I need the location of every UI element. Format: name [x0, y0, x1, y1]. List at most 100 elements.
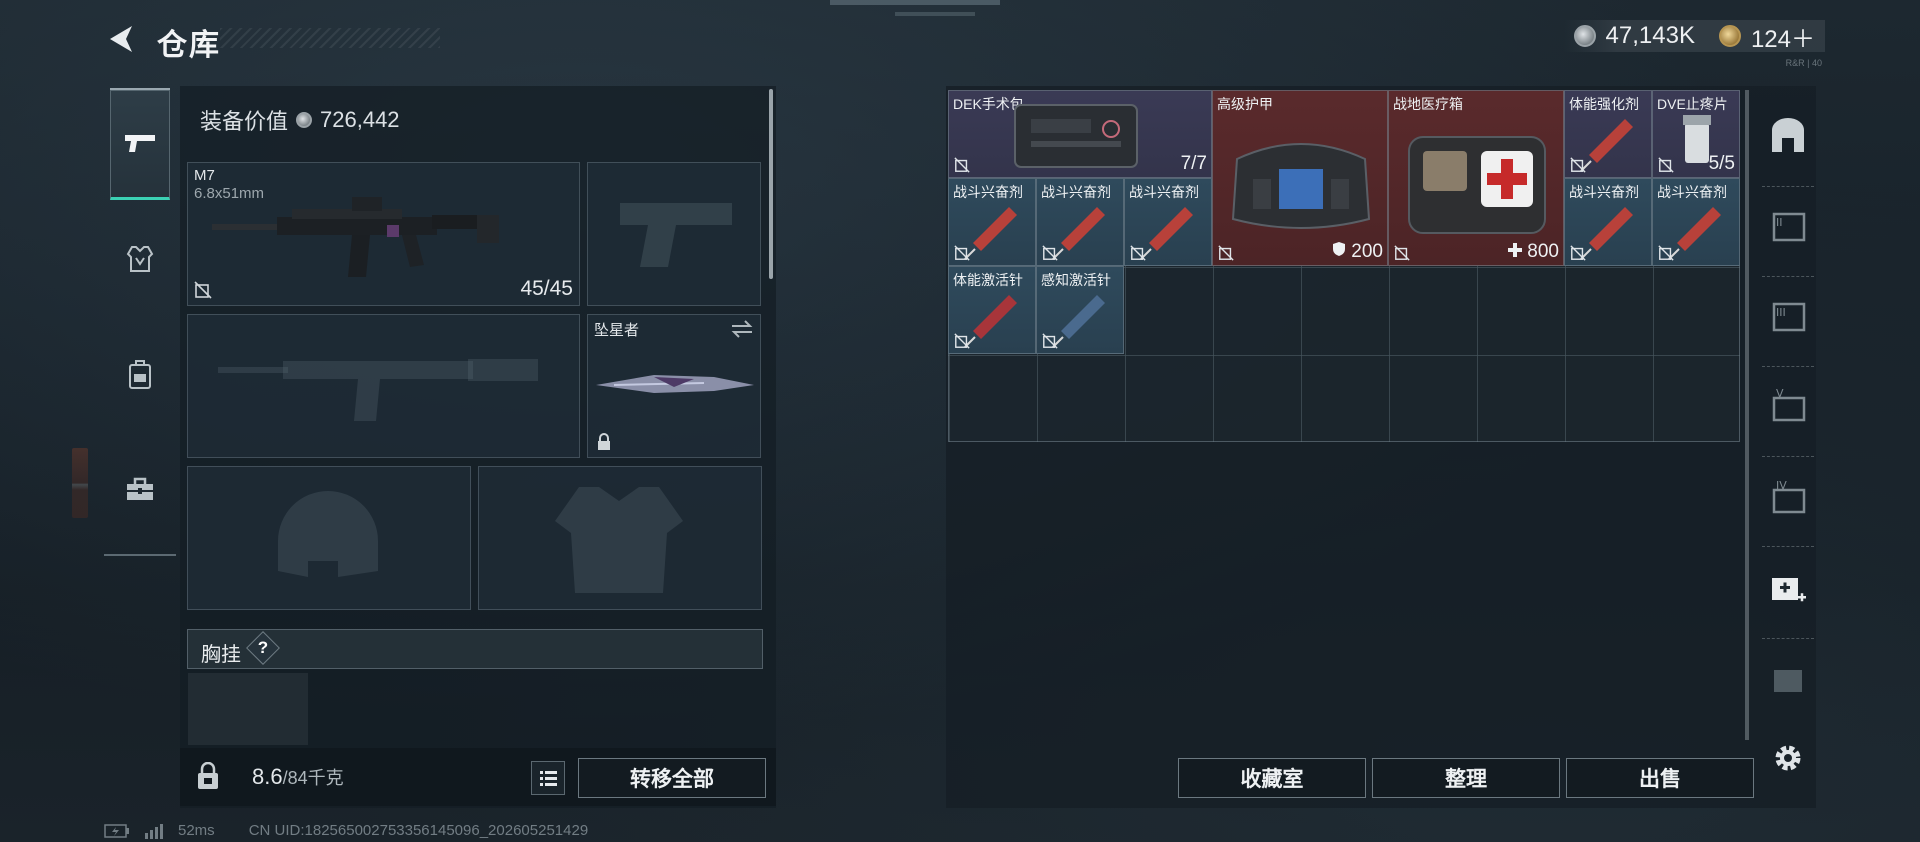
signal-icon [145, 823, 163, 839]
weight-lock-icon[interactable] [196, 762, 220, 790]
status-bar: 52ms CN UID:18256500275335614509​6_20260… [104, 822, 588, 839]
slot-primary-weapon[interactable]: M7 6.8x51mm 45/45 [187, 162, 580, 306]
stash-item-perception-injector[interactable]: 感知激活针 [1036, 266, 1124, 354]
item-heal-amount: 800 [1508, 241, 1559, 263]
collection-room-button[interactable]: 收藏室 [1178, 758, 1366, 798]
stash-home-icon [1772, 118, 1804, 152]
back-arrow-icon[interactable] [104, 22, 138, 56]
stash-item-stamina-injector[interactable]: 体能激活针 [948, 266, 1036, 354]
help-icon[interactable]: ? [246, 631, 280, 665]
version-text: R&R | 40 [1785, 58, 1822, 68]
svg-text:III: III [1776, 306, 1786, 319]
stash-item-combat-stim[interactable]: 战斗兴奋剂 [1036, 178, 1124, 266]
stash-tab-5[interactable]: IV [1766, 476, 1810, 520]
nav-backpack[interactable] [112, 339, 168, 409]
add-stash-page-button[interactable] [1766, 566, 1810, 610]
knife-image [596, 375, 754, 393]
chest-rig-slot[interactable] [188, 673, 308, 745]
medkit-image [1408, 136, 1546, 234]
slot-melee[interactable]: 坠星者 [587, 314, 761, 458]
silver-coin-icon [296, 112, 313, 128]
help-icon-glyph: ? [257, 638, 269, 657]
stash-tab-all[interactable] [1766, 114, 1810, 158]
slot-helmet[interactable] [187, 466, 471, 610]
sort-button[interactable]: 整理 [1372, 758, 1560, 798]
stash-item-medkit[interactable]: 战地医疗箱 800 [1388, 90, 1564, 266]
slot-pistol[interactable] [587, 162, 761, 306]
item-count: 5/5 [1708, 153, 1735, 174]
svg-text:V: V [1776, 387, 1784, 400]
stash-item-armor[interactable]: 高级护甲 200 [1212, 90, 1388, 266]
gear-icon [1775, 745, 1801, 771]
no-drop-icon [1394, 245, 1410, 261]
stash-tab-locked[interactable] [1766, 658, 1810, 702]
armor-icon [126, 246, 154, 272]
weapon-name: M7 [194, 167, 215, 184]
transfer-all-button[interactable]: 转移全部 [578, 758, 766, 798]
gold-currency-value[interactable]: 124＋ [1751, 19, 1815, 54]
slot-body-armor[interactable] [478, 466, 762, 610]
no-drop-icon [1042, 333, 1058, 349]
stash-tab-3[interactable]: III [1766, 294, 1810, 338]
stash-item-stamina-booster[interactable]: 体能强化剂 [1564, 90, 1652, 178]
stash-item-combat-stim[interactable]: 战斗兴奋剂 [948, 178, 1036, 266]
stash-scrollbar[interactable] [1745, 90, 1749, 740]
armor-silhouette-icon [555, 487, 683, 593]
melee-name: 坠星者 [594, 322, 640, 339]
nav-weapons[interactable] [110, 88, 170, 200]
ping-value: 52ms [178, 822, 215, 839]
stash-item-painkillers[interactable]: DVE止疼片 5/5 [1652, 90, 1740, 178]
heal-value: 800 [1527, 241, 1559, 262]
no-drop-icon [1570, 157, 1586, 173]
armor-vest-image [1231, 143, 1371, 229]
title-decoration [220, 28, 440, 48]
no-drop-icon [1570, 245, 1586, 261]
stash-page-icon: IV [1772, 479, 1806, 514]
no-drop-icon [194, 281, 212, 299]
equipment-scrollbar[interactable] [769, 89, 773, 279]
list-icon [540, 771, 557, 786]
add-page-icon [1772, 578, 1806, 602]
slot-secondary-weapon[interactable] [187, 314, 580, 458]
stash-page-icon: III [1772, 302, 1806, 332]
helmet-silhouette-icon [278, 491, 378, 577]
chest-rig-header[interactable]: 胸挂 ? [187, 629, 763, 669]
carry-weight-current: 8.6 [252, 764, 283, 789]
background-traffic-cone [72, 448, 88, 518]
background-light [830, 0, 1000, 5]
rifle-silhouette-icon [218, 359, 538, 421]
stash-item-combat-stim[interactable]: 战斗兴奋剂 [1564, 178, 1652, 266]
background-light [895, 12, 975, 16]
stash-item-combat-stim[interactable]: 战斗兴奋剂 [1124, 178, 1212, 266]
sell-button[interactable]: 出售 [1566, 758, 1754, 798]
carry-weight: 8.6/84千克 [252, 764, 344, 790]
shield-icon [1333, 242, 1346, 256]
stash-item-combat-stim[interactable]: 战斗兴奋剂 [1652, 178, 1740, 266]
svg-text:II: II [1776, 216, 1783, 229]
stash-tab-2[interactable]: II [1766, 204, 1810, 248]
syringe-image [1052, 295, 1105, 348]
syringe-image [1668, 207, 1721, 260]
equipment-value-amount: 726,442 [320, 107, 400, 132]
left-category-nav [104, 84, 176, 556]
nav-supplies[interactable] [112, 454, 168, 524]
plus-icon [1508, 243, 1523, 257]
settings-button[interactable] [1766, 736, 1810, 780]
stash-tab-4[interactable]: V [1766, 384, 1810, 428]
divider [1762, 546, 1814, 548]
item-name: 战地医疗箱 [1393, 96, 1463, 112]
stash-page-nav: II III V IV [1756, 86, 1820, 808]
equipment-value-label: 装备价值 [200, 109, 289, 134]
stash-item-surgery-kit[interactable]: DEK手术包 7/7 [948, 90, 1212, 178]
swap-icon[interactable] [730, 319, 754, 339]
stash-page-icon: V [1772, 387, 1806, 422]
divider [1762, 186, 1814, 188]
pistol-icon [125, 135, 155, 152]
pistol-silhouette-icon [620, 203, 732, 267]
nav-armor[interactable] [112, 224, 168, 294]
list-view-button[interactable] [531, 761, 565, 795]
no-drop-icon [954, 245, 970, 261]
item-name: 高级护甲 [1217, 96, 1273, 112]
surgery-kit-image [1014, 104, 1138, 168]
syringe-image [1580, 207, 1633, 260]
